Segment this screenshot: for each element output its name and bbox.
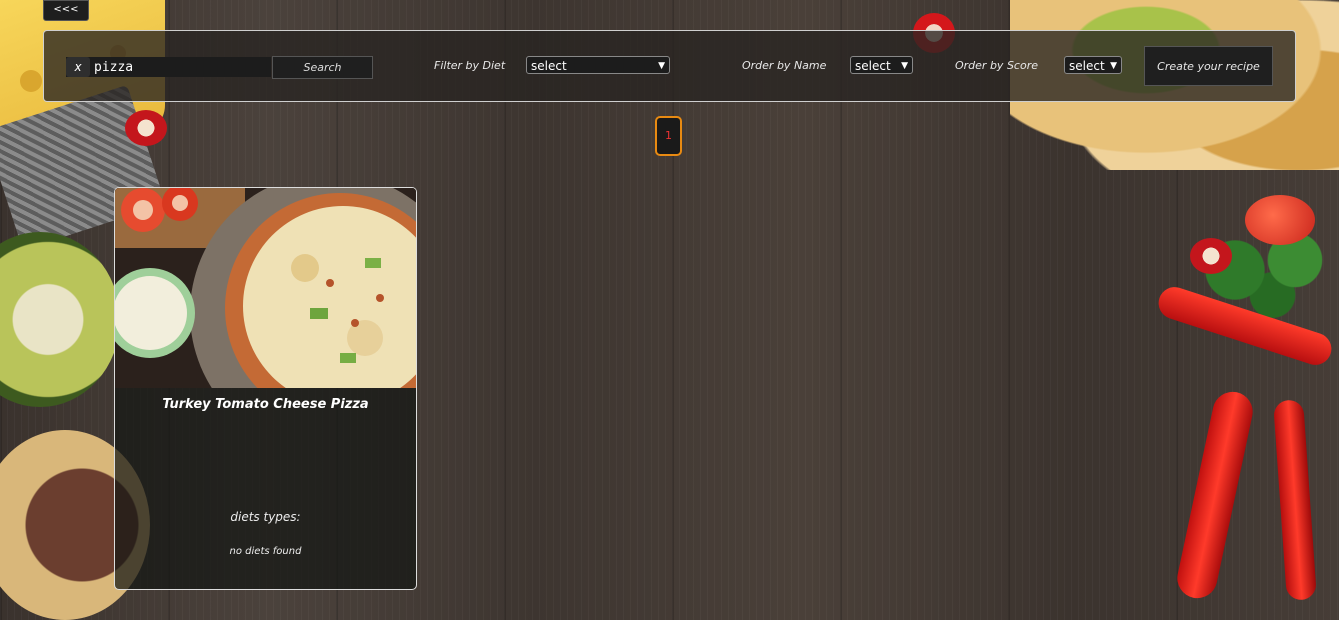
order-name-select[interactable]: select ▼ bbox=[850, 56, 913, 74]
back-button[interactable]: <<< bbox=[43, 0, 89, 21]
chevron-down-icon: ▼ bbox=[658, 61, 665, 71]
diet-filter-label: Filter by Diet bbox=[434, 59, 506, 72]
create-recipe-button[interactable]: Create your recipe bbox=[1144, 46, 1273, 86]
diets-label: diets types: bbox=[230, 510, 301, 524]
page-button-1[interactable]: 1 bbox=[655, 116, 682, 156]
diet-filter-select[interactable]: select ▼ bbox=[526, 56, 670, 74]
order-score-select[interactable]: select ▼ bbox=[1064, 56, 1122, 74]
diets-value: no diets found bbox=[229, 546, 302, 557]
chevron-down-icon: ▼ bbox=[1110, 61, 1117, 71]
pepper-slice-decoration bbox=[1190, 238, 1232, 274]
pizza-illustration bbox=[115, 188, 416, 388]
filter-toolbar: x Search Filter by Diet select ▼ Order b… bbox=[43, 30, 1296, 102]
order-name-label: Order by Name bbox=[742, 59, 827, 72]
avocado-decoration bbox=[0, 232, 120, 407]
pepper-slice-decoration bbox=[125, 110, 167, 146]
search-bar: x bbox=[66, 57, 273, 77]
order-score-label: Order by Score bbox=[955, 59, 1038, 72]
recipe-card[interactable]: Turkey Tomato Cheese Pizza diets types: … bbox=[114, 187, 417, 590]
herbs-decoration bbox=[1190, 220, 1339, 320]
chili-decoration bbox=[1173, 388, 1257, 602]
chili-decoration bbox=[1154, 282, 1336, 370]
tomato-decoration bbox=[1245, 195, 1315, 245]
recipe-image bbox=[115, 188, 416, 388]
clear-search-button[interactable]: x bbox=[66, 57, 90, 77]
search-input[interactable] bbox=[92, 58, 273, 76]
chili-decoration bbox=[1273, 399, 1317, 601]
recipe-title: Turkey Tomato Cheese Pizza bbox=[162, 397, 369, 412]
chevron-down-icon: ▼ bbox=[901, 61, 908, 71]
search-button[interactable]: Search bbox=[272, 56, 373, 79]
